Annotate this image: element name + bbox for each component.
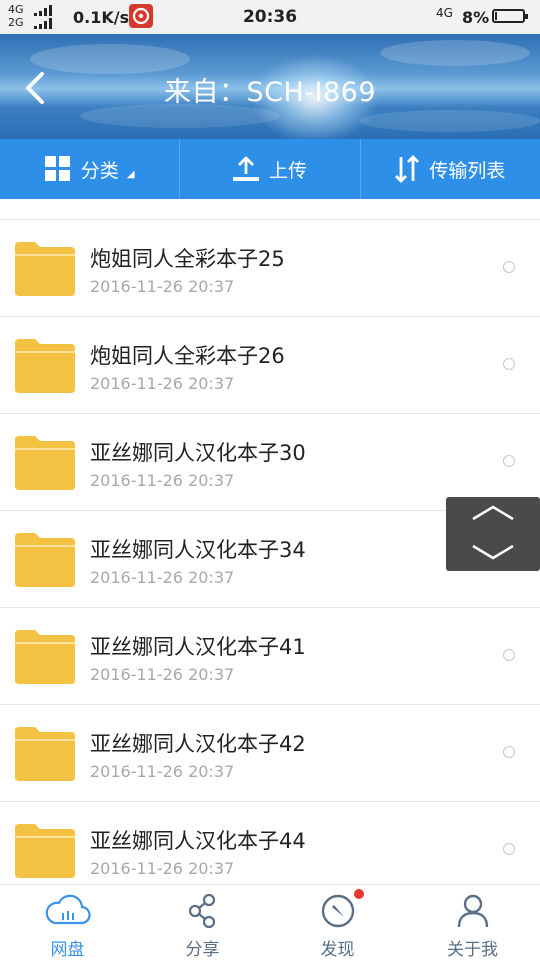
toolbar: 分类 ◢ 上传 传输列表 [0, 139, 540, 199]
battery-icon [492, 9, 528, 23]
folder-icon [15, 824, 75, 878]
nav-tab-share[interactable]: 分享 [135, 885, 270, 961]
file-list-item[interactable]: 炮姐同人全彩本子26 2016-11-26 20:37 [0, 317, 540, 414]
grid-icon [44, 156, 70, 181]
folder-icon [15, 630, 75, 684]
network-type-right: 4G [436, 6, 453, 20]
select-radio[interactable] [503, 358, 515, 370]
clock: 20:36 [242, 7, 298, 27]
compass-icon [321, 894, 354, 928]
folder-icon [15, 533, 75, 587]
file-name: 炮姐同人全彩本子25 [90, 247, 285, 271]
status-bar: 4G 2G 0.1K/s 20:36 4G 8% [0, 0, 540, 34]
bottom-nav: 网盘 分享 发现 关于我 [0, 884, 540, 961]
category-label: 分类 [80, 159, 119, 182]
header-background-wave [360, 110, 540, 132]
select-radio[interactable] [503, 746, 515, 758]
select-radio[interactable] [503, 649, 515, 661]
file-timestamp: 2016-11-26 20:37 [90, 277, 235, 296]
share-icon [188, 893, 215, 929]
cloud-icon [45, 894, 91, 925]
transfer-list-label: 传输列表 [429, 159, 506, 182]
category-button[interactable]: 分类 ◢ [0, 139, 181, 199]
caret-down-icon: ◢ [126, 168, 135, 180]
folder-icon [15, 436, 75, 490]
nav-tab-netdisk[interactable]: 网盘 [0, 885, 135, 961]
folder-icon [15, 727, 75, 781]
file-timestamp: 2016-11-26 20:37 [90, 374, 235, 393]
chevron-up-icon [472, 505, 514, 521]
nav-label: 分享 [185, 940, 220, 960]
file-list-item[interactable]: 炮姐同人全彩本子25 2016-11-26 20:37 [0, 220, 540, 317]
file-name: 亚丝娜同人汉化本子42 [90, 732, 306, 756]
file-timestamp: 2016-11-26 20:37 [90, 568, 235, 587]
file-timestamp: 2016-11-26 20:37 [90, 859, 235, 878]
header: 来自：SCH-I869 [0, 34, 540, 139]
list-divider [0, 199, 540, 220]
battery-percent: 8% [462, 8, 490, 27]
file-name: 亚丝娜同人汉化本子41 [90, 635, 306, 659]
header-background-cloud [380, 40, 530, 66]
file-timestamp: 2016-11-26 20:37 [90, 762, 235, 781]
select-radio[interactable] [503, 843, 515, 855]
select-radio[interactable] [503, 261, 515, 273]
transfer-list-button[interactable]: 传输列表 [361, 139, 540, 199]
scroll-up-button[interactable] [446, 497, 540, 534]
nav-label: 发现 [320, 940, 355, 960]
file-name: 亚丝娜同人汉化本子34 [90, 538, 306, 562]
scroll-down-button[interactable] [446, 534, 540, 571]
nav-tab-about-me[interactable]: 关于我 [405, 885, 540, 961]
page-title: 来自：SCH-I869 [163, 77, 377, 108]
user-icon [457, 894, 488, 928]
nav-label: 关于我 [447, 940, 498, 960]
file-name: 亚丝娜同人汉化本子30 [90, 441, 306, 465]
file-name: 亚丝娜同人汉化本子44 [90, 829, 306, 853]
transfer-icon [395, 155, 420, 183]
select-radio[interactable] [503, 455, 515, 467]
file-timestamp: 2016-11-26 20:37 [90, 665, 235, 684]
file-name: 炮姐同人全彩本子26 [90, 344, 285, 368]
folder-icon [15, 242, 75, 296]
scroll-helper [446, 497, 540, 571]
upload-label: 上传 [268, 159, 307, 182]
upload-icon [232, 156, 259, 181]
nav-label: 网盘 [50, 940, 85, 960]
folder-icon [15, 339, 75, 393]
chevron-down-icon [472, 544, 514, 560]
file-timestamp: 2016-11-26 20:37 [90, 471, 235, 490]
file-list-item[interactable]: 亚丝娜同人汉化本子42 2016-11-26 20:37 [0, 705, 540, 802]
upload-button[interactable]: 上传 [180, 139, 361, 199]
file-list-item[interactable]: 亚丝娜同人汉化本子44 2016-11-26 20:37 [0, 802, 540, 884]
file-list-item[interactable]: 亚丝娜同人汉化本子41 2016-11-26 20:37 [0, 608, 540, 705]
nav-tab-discover[interactable]: 发现 [270, 885, 405, 961]
notification-dot [354, 889, 364, 899]
